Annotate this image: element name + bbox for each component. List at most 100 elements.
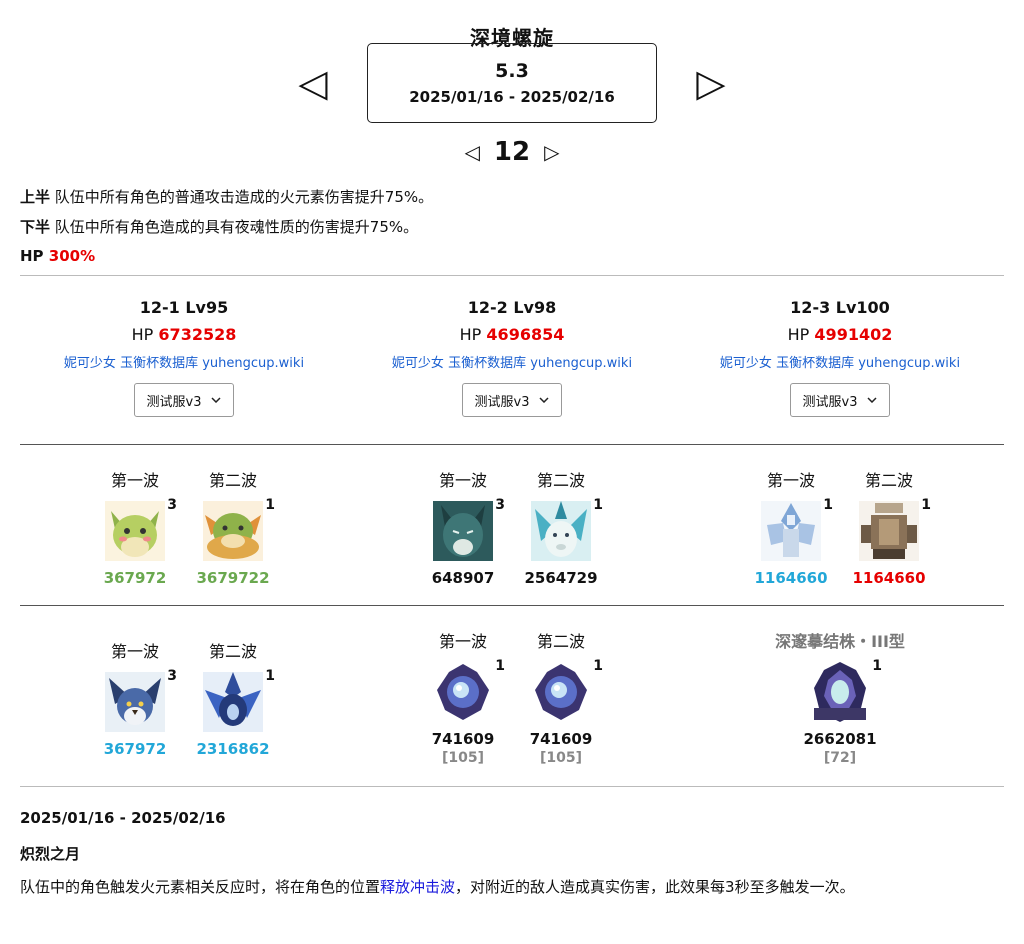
source-link-yuhengcup-db[interactable]: 玉衡杯数据库 [776,356,854,371]
hp-multiplier: HP 300% [20,242,1004,270]
monster-icon-wrap[interactable]: 1 [203,668,275,732]
hp-multiplier-label: HP [20,247,44,265]
chamber-hp-value: 4696854 [486,325,565,344]
source-link-yuhengcup-wiki[interactable]: yuhengcup.wiki [858,356,960,371]
second-half-waves: 第一波 3 367972 第二波 1 2316862 第一波 1 741609 … [20,606,1004,786]
buff-section: 上半 队伍中所有角色的普通攻击造成的火元素伤害提升75%。 下半 队伍中所有角色… [20,182,1004,270]
blessing-description: 队伍中的角色触发火元素相关反应时，将在角色的位置释放冲击波，对附近的敌人造成真实… [20,876,1004,897]
chamber-1: 12-1 Lv95 HP 6732528 妮可少女 玉衡杯数据库 yuhengc… [20,276,348,444]
source-link-yuhengcup-db[interactable]: 玉衡杯数据库 [448,356,526,371]
monster-count: 1 [872,658,882,674]
chamber-1-first-half: 第一波 3 367972 第二波 1 3679722 [20,445,348,605]
monster-count: 3 [167,668,177,684]
chamber-hp-value: 6732528 [158,325,237,344]
wave-label: 第一波 [438,632,487,651]
source-links: 妮可少女 玉衡杯数据库 yuhengcup.wiki [676,352,1004,371]
monster-icon-wrap[interactable]: 3 [105,668,177,732]
prev-version-button[interactable]: ◁ [283,64,343,102]
monster-icon-wrap[interactable]: 1 [810,658,882,722]
wave-hp: 367972 [103,569,167,587]
ice-construct-monster-icon [761,501,821,561]
wave-card: 第一波 3 367972 [86,616,184,786]
wave-hp: 3679722 [196,569,270,587]
chamber-2: 12-2 Lv98 HP 4696854 妮可少女 玉衡杯数据库 yuhengc… [348,276,676,444]
monster-icon-wrap[interactable]: 1 [761,497,833,561]
monster-count: 1 [495,658,505,674]
page-title: 深境螺旋 [470,26,554,50]
green-frog-monster-icon [105,501,165,561]
wave-card: 第一波 1 1164660 [742,445,840,605]
wave-hp: 367972 [103,740,167,758]
shockwave-link[interactable]: 释放冲击波 [380,878,455,896]
chevron-down-icon [867,397,878,403]
server-version-select[interactable]: 测试服v3 [790,383,890,417]
wave-label: 第二波 [208,642,257,661]
purple-orb-monster-icon [531,662,591,722]
first-half-waves: 第一波 3 367972 第二波 1 3679722 第一波 3 648907 … [20,445,1004,605]
source-link-nicole[interactable]: 妮可少女 [720,356,772,371]
blessing-date-range: 2025/01/16 - 2025/02/16 [20,809,226,827]
wave-card: 第二波 1 2564729 [512,445,610,605]
blue-crystal-beast-monster-icon [203,672,263,732]
wave-label: 第二波 [536,632,585,651]
chamber-hp-label: HP [787,325,810,344]
chamber-3-first-half: 第一波 1 1164660 第二波 1 1164660 [676,445,1004,605]
first-half-label: 上半 [20,188,51,206]
chamber-2-first-half: 第一波 3 648907 第二波 1 2564729 [348,445,676,605]
prev-floor-button[interactable]: ◁ [465,140,480,164]
monster-icon-wrap[interactable]: 1 [531,497,603,561]
source-link-nicole[interactable]: 妮可少女 [64,356,116,371]
wave-level-tag: [105] [441,750,485,766]
wave-card: 第一波 1 741609 [105] [414,606,512,786]
second-half-buff: 下半 队伍中所有角色造成的具有夜魂性质的伤害提升75%。 [20,212,1004,242]
version-box: 5.3 2025/01/16 - 2025/02/16 [367,43,657,123]
mech-turret-monster-icon [859,501,919,561]
server-version-select[interactable]: 测试服v3 [462,383,562,417]
chamber-hp-label: HP [131,325,154,344]
next-version-button[interactable]: ▷ [681,64,741,102]
monster-icon-wrap[interactable]: 1 [433,658,505,722]
source-link-yuhengcup-wiki[interactable]: yuhengcup.wiki [530,356,632,371]
wave-hp: 1164660 [754,569,828,587]
wave-label: 第一波 [110,642,159,661]
source-link-nicole[interactable]: 妮可少女 [392,356,444,371]
teal-wolf-monster-icon [433,501,493,561]
moon-blessing-section: 2025/01/16 - 2025/02/16 炽烈之月 队伍中的角色触发火元素… [20,809,1004,897]
chamber-title: 12-3 Lv100 [790,298,890,317]
wave-card: 第一波 3 367972 [86,445,184,605]
wave-label: 第一波 [438,471,487,490]
wave-card: 第二波 1 2316862 [184,616,282,786]
first-half-text: 队伍中所有角色的普通攻击造成的火元素伤害提升75%。 [50,188,434,206]
monster-count: 1 [265,497,275,513]
floor-navigator: ◁ 12 ▷ [20,134,1004,170]
chamber-hp: HP 4696854 [348,325,676,344]
purple-orb-monster-icon [433,662,493,722]
monster-icon-wrap[interactable]: 1 [203,497,275,561]
monster-icon-wrap[interactable]: 3 [105,497,177,561]
second-half-text: 队伍中所有角色造成的具有夜魂性质的伤害提升75%。 [50,218,419,236]
monster-icon-wrap[interactable]: 1 [531,658,603,722]
wave-card: 第二波 1 1164660 [840,445,938,605]
server-version-select[interactable]: 测试服v3 [134,383,234,417]
version-number: 5.3 [495,60,529,82]
source-link-yuhengcup-db[interactable]: 玉衡杯数据库 [120,356,198,371]
wave-label: 第一波 [766,471,815,490]
monster-icon-wrap[interactable]: 1 [859,497,931,561]
chamber-2-second-half: 第一波 1 741609 [105] 第二波 1 741609 [105] [348,606,676,786]
white-lion-monster-icon [531,501,591,561]
blessing-title: 炽烈之月 [20,845,81,863]
wave-card: 第二波 1 3679722 [184,445,282,605]
monster-icon-wrap[interactable]: 3 [433,497,505,561]
first-half-buff: 上半 队伍中所有角色的普通攻击造成的火元素伤害提升75%。 [20,182,1004,212]
wave-hp: 1164660 [852,569,926,587]
wave-hp: 741609 [431,730,495,748]
wave-card: 第一波 3 648907 [414,445,512,605]
abyss-crystal-plant-monster-icon [810,662,870,722]
next-floor-button[interactable]: ▷ [544,140,559,164]
source-links: 妮可少女 玉衡杯数据库 yuhengcup.wiki [348,352,676,371]
server-version-value: 测试服v3 [474,394,530,410]
wave-card: 深邃摹结株・III型 1 2662081 [72] [740,606,940,786]
monster-count: 1 [265,668,275,684]
source-link-yuhengcup-wiki[interactable]: yuhengcup.wiki [202,356,304,371]
wave-hp: 2662081 [803,730,877,748]
